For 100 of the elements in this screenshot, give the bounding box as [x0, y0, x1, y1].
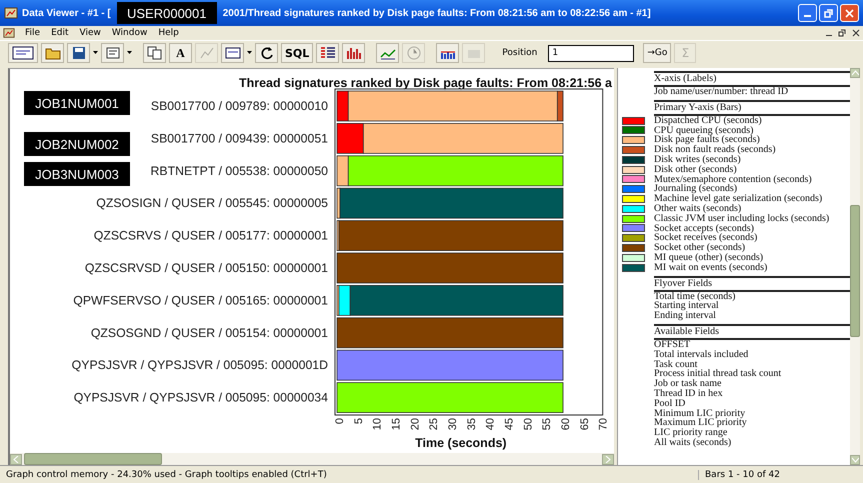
line-chart-icon[interactable] — [376, 43, 400, 63]
query-icon[interactable] — [221, 43, 244, 63]
restore-icon[interactable] — [838, 29, 846, 37]
field-label: LIC priority range — [654, 428, 728, 438]
axis-tick-label: 40 — [484, 418, 497, 430]
restore-icon — [824, 8, 833, 18]
axis-tick-label: 45 — [504, 418, 516, 430]
axis-tick-label: 10 — [372, 418, 384, 430]
legend-label: Socket other (seconds) — [654, 243, 746, 253]
field-label: Maximum LIC priority — [654, 418, 747, 428]
field-label: All waits (seconds) — [654, 438, 732, 448]
legend-label: MI wait on events (seconds) — [654, 262, 768, 273]
legend-label: CPU queueing (seconds) — [654, 126, 754, 136]
legend-label: Socket accepts (seconds) — [654, 224, 754, 234]
field-label: Pool ID — [654, 398, 686, 409]
save-icon[interactable] — [67, 43, 90, 63]
bar-label: QYPSJSVR / QYPSJSVR / 005095: 0000001D — [72, 358, 328, 372]
minimize-icon — [804, 15, 811, 17]
copy-icon[interactable] — [143, 43, 166, 63]
font-button[interactable]: A — [169, 43, 192, 63]
status-message: Graph control memory - 24.30% used - Graph tooltips enabled (Ctrl+T) — [6, 470, 328, 480]
axis-tick-label: 25 — [428, 418, 440, 430]
legend-label: Disk non fault reads (seconds) — [654, 145, 776, 155]
legend-header: Available Fields — [654, 324, 850, 340]
bar-label: QZSCSRVS / QUSER / 005177: 00000001 — [94, 228, 328, 243]
axis-tick-label: 50 — [522, 418, 534, 430]
refresh-icon[interactable] — [255, 43, 278, 63]
table-icon[interactable] — [316, 43, 340, 63]
bar-count: Bars 1 - 10 of 42 — [698, 470, 863, 480]
window-title: 2001/Thread signatures ranked by Disk page faults: From 08:21:56 am to 08:22:56 am - #1] — [222, 8, 651, 18]
bar-label: SB0017700 / 009789: 00000010 — [150, 99, 328, 113]
legend-header: X-axis (Labels) — [654, 71, 850, 87]
bar-label: SB0017700 / 009439: 00000051 — [150, 131, 328, 146]
sql-button[interactable]: SQL — [281, 43, 314, 63]
menu-item[interactable]: Window — [110, 28, 148, 38]
field-label: Total time (seconds) — [654, 292, 736, 302]
bar-label: QZSOSIGN / QUSER / 005545: 00000005 — [96, 196, 328, 210]
caret-icon[interactable] — [247, 51, 252, 55]
axis-tick-label: 65 — [578, 418, 591, 430]
legend-label: Disk page faults (seconds) — [654, 135, 760, 146]
axis-tick-label: 60 — [560, 418, 572, 430]
app-icon — [3, 27, 15, 39]
bar-label: QZSOSGND / QUSER / 005154: 00000001 — [90, 326, 328, 340]
field-label: Total intervals included — [654, 350, 748, 360]
legend-label: Other waits (seconds) — [654, 204, 742, 214]
axis-tick-label: 55 — [541, 418, 554, 430]
close-button[interactable] — [840, 4, 859, 22]
field-label: Task count — [654, 360, 698, 370]
axis-tick-label: 5 — [352, 418, 365, 424]
folder-icon[interactable] — [41, 43, 64, 63]
axis-tick-label: 30 — [447, 418, 459, 430]
axis-tick-label: 20 — [409, 418, 422, 430]
field-label: Thread ID in hex — [654, 388, 723, 399]
redaction-label: USER000001 — [116, 2, 217, 24]
redaction-label: JOB3NUM003 — [24, 162, 130, 186]
menu-item[interactable]: Edit — [50, 28, 70, 38]
app-icon — [4, 6, 18, 20]
legend-label: Disk writes (seconds) — [654, 154, 741, 165]
window-title: Data Viewer - #1 - [ — [22, 8, 111, 18]
redaction-label: JOB1NUM001 — [24, 91, 130, 115]
field-label: Process initial thread task count — [654, 369, 782, 380]
bar-label: QYPSJSVR / QYPSJSVR / 005095: 00000034 — [74, 390, 328, 405]
menu-item[interactable]: View — [78, 28, 102, 38]
close-icon[interactable] — [852, 29, 860, 37]
maximize-button[interactable] — [819, 4, 838, 22]
bar-label: RBTNETPT / 005538: 00000050 — [150, 164, 328, 178]
scrollbar-thumb[interactable] — [24, 453, 162, 465]
legend-label: Disk other (seconds) — [654, 164, 737, 175]
legend-header: Flyover Fields — [654, 276, 850, 292]
legend-label: Socket receives (seconds) — [654, 233, 758, 244]
field-label: Job name/user/number: thread ID — [654, 87, 788, 97]
scrollbar-thumb[interactable] — [850, 205, 860, 337]
field-label: Minimum LIC priority — [654, 408, 746, 418]
field-label: Starting interval — [654, 301, 719, 312]
field-label: OFFSET — [654, 340, 690, 350]
field-label: Job or task name — [654, 379, 722, 389]
bar-label: QZSCSRVSD / QUSER / 005150: 00000001 — [84, 261, 328, 275]
bar-label: QPWFSERVSO / QUSER / 005165: 00000001 — [73, 293, 328, 308]
legend-label: Mutex/semaphore contention (seconds) — [654, 174, 812, 184]
legend-label: Journaling (seconds) — [654, 184, 738, 194]
legend-label: Dispatched CPU (seconds) — [654, 116, 762, 126]
legend-header: Primary Y-axis (Bars) — [654, 100, 850, 116]
axis-tick-label: 15 — [390, 418, 402, 430]
menu-item[interactable]: Help — [157, 28, 180, 38]
go-button[interactable]: →Go — [643, 43, 672, 63]
properties-icon[interactable] — [101, 43, 124, 63]
menu-item[interactable]: File — [24, 28, 42, 38]
legend-label: Machine level gate serialization (seconds) — [654, 194, 822, 204]
legend-label: MI queue (other) (seconds) — [654, 252, 764, 263]
legend-label: Classic JVM user including locks (seconds) — [654, 214, 830, 224]
position-field[interactable]: 1 — [548, 44, 634, 62]
axis-title: Time (seconds) — [415, 436, 507, 450]
caret-icon[interactable] — [127, 51, 132, 55]
caret-icon[interactable] — [93, 51, 98, 55]
query-button[interactable] — [8, 43, 38, 63]
axis-tick-label: 0 — [334, 418, 346, 424]
close-icon — [845, 8, 854, 18]
axis-tick-label: 35 — [466, 418, 478, 430]
field-label: Ending interval — [654, 311, 716, 321]
minimize-button[interactable] — [798, 4, 817, 22]
